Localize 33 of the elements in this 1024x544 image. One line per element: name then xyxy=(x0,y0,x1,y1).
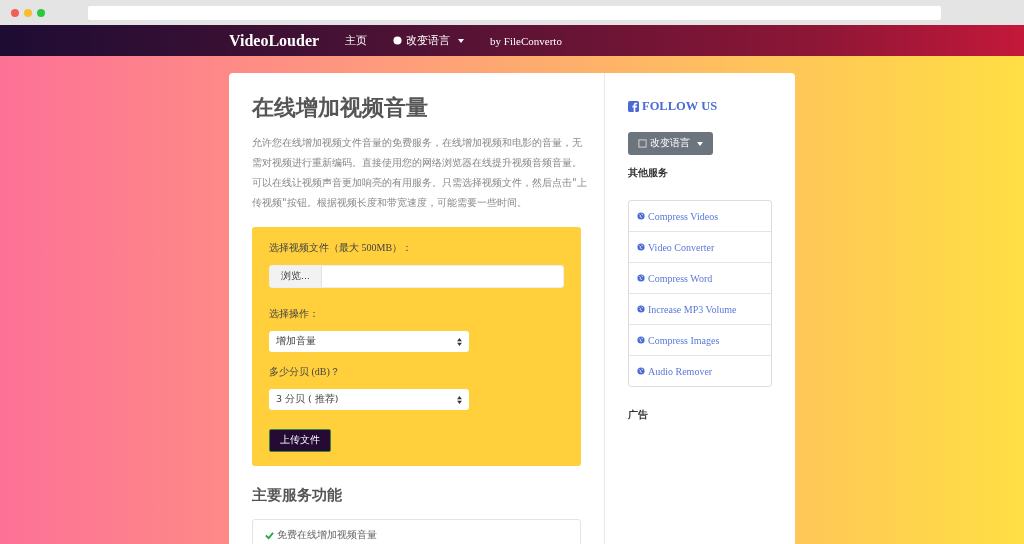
page-title: 在线增加视频音量 xyxy=(252,94,429,122)
nav-link[interactable]: 主页 xyxy=(345,33,368,48)
address-bar[interactable] xyxy=(88,5,941,20)
service-link[interactable]: Audio Remover xyxy=(629,355,771,386)
feature-text: 免费在线增加视频音量 xyxy=(277,528,377,542)
upload-button[interactable]: 上传文件 xyxy=(269,429,331,452)
action-select[interactable]: 增加音量 xyxy=(269,331,469,352)
service-link[interactable]: Increase MP3 Volume xyxy=(629,293,771,324)
field-label: 选择操作： xyxy=(269,307,320,321)
follow-heading[interactable]: FOLLOW US xyxy=(642,99,718,114)
check-icon xyxy=(265,530,274,540)
sidebar-heading: 广告 xyxy=(628,409,649,422)
minimize-dot-icon[interactable] xyxy=(24,8,32,17)
close-dot-icon[interactable] xyxy=(11,8,19,17)
section-heading: 主要服务功能 xyxy=(252,486,343,505)
file-input[interactable]: 浏览... xyxy=(269,265,564,288)
language-dropdown[interactable]: 改变语言 xyxy=(393,33,465,48)
intro-paragraph: 允许您在线增加视频文件音量的免费服务，在线增加视频和电影的音量，无需对视频进行重新编码。直接使用您的网络浏览器在线提升视频音频音量。可以在线让视频声音更加响亮的有用服务。只需选择视频文件，然后点击"上传视频"按钮。根据视频长度和带宽速度，可能需要一些时间。 xyxy=(252,136,587,210)
service-link[interactable]: Compress Images xyxy=(629,324,771,355)
nav-link[interactable]: by FileConverto xyxy=(490,34,562,47)
language-button[interactable]: 改变语言 xyxy=(628,132,713,155)
maximize-dot-icon[interactable] xyxy=(37,8,45,17)
field-label: 多少分贝 (dB)？ xyxy=(269,365,341,379)
service-link[interactable]: Video Converter xyxy=(629,231,771,262)
service-link[interactable]: Compress Word xyxy=(629,262,771,293)
select-arrows-icon xyxy=(457,337,462,346)
service-link[interactable]: Compress Videos xyxy=(629,201,771,231)
field-label: 选择视频文件（最大 500MB）： xyxy=(269,241,414,255)
sidebar-heading: 其他服务 xyxy=(628,167,669,180)
select-arrows-icon xyxy=(457,395,462,404)
brand-logo[interactable]: VideoLouder xyxy=(229,31,320,50)
facebook-icon[interactable] xyxy=(628,101,639,112)
decibel-select[interactable]: 3 分贝 ( 推荐) xyxy=(269,389,469,410)
